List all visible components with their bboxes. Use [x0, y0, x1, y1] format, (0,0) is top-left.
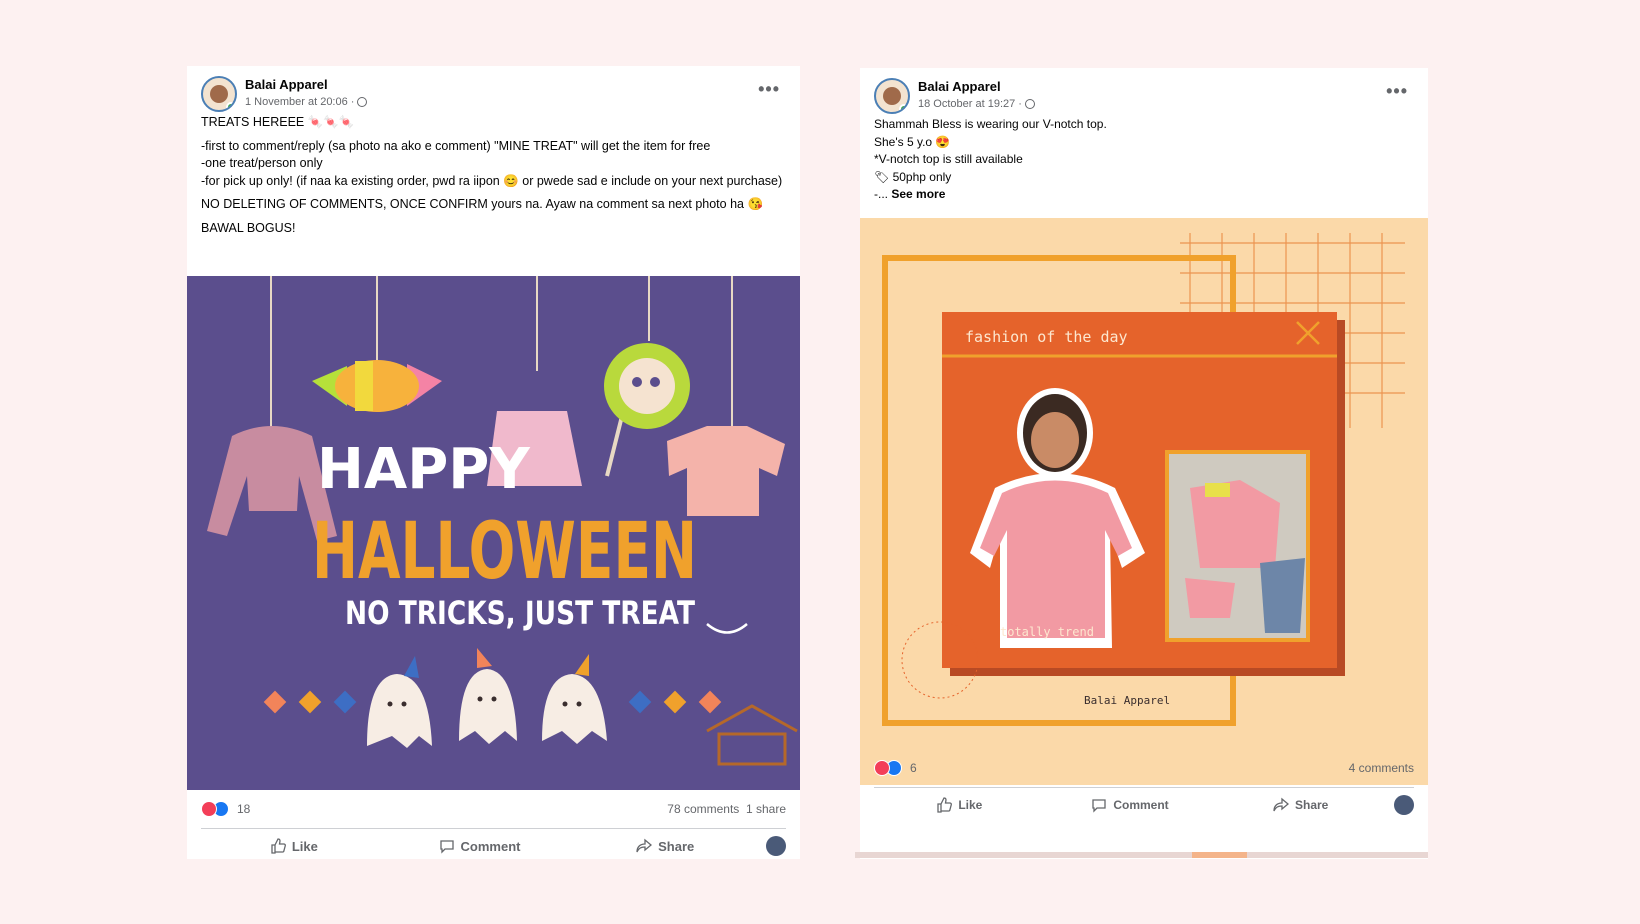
candy-illustration — [312, 360, 442, 412]
shares-count[interactable]: 1 share — [746, 802, 786, 816]
post-timestamp-row: 1 November at 20:06 · — [245, 96, 368, 108]
comment-button[interactable]: Comment — [387, 838, 573, 854]
post-timestamp-row: 18 October at 19:27 · — [918, 98, 1035, 110]
image-text-brand: Balai Apparel — [1084, 694, 1170, 707]
page-avatar[interactable] — [874, 78, 910, 114]
share-icon — [1273, 797, 1289, 812]
post-actions: Like Comment Share — [201, 831, 787, 859]
image-text-happy: HAPPY — [317, 437, 531, 502]
post-header: Balai Apparel 1 November at 20:06 · ••• — [201, 76, 786, 116]
account-avatar[interactable] — [766, 836, 787, 856]
like-label: Like — [958, 798, 983, 812]
globe-icon — [357, 97, 368, 107]
online-status-dot — [226, 102, 235, 110]
caption-truncated: -... — [874, 187, 892, 201]
comment-icon — [439, 840, 454, 854]
like-label: Like — [291, 838, 318, 854]
caption-line: BAWAL BOGUS! — [201, 220, 296, 235]
post-actions: Like Comment Share — [874, 790, 1415, 820]
scroll-indicator — [855, 852, 1428, 858]
reaction-count: 18 — [237, 802, 251, 816]
caption-line: -... See more — [874, 186, 1414, 204]
caption-line: -first to comment/reply (sa photo na ako… — [201, 138, 783, 188]
reaction-summary[interactable]: 6 — [874, 760, 917, 776]
online-status-dot — [899, 104, 908, 112]
caption-line: She's 5 y.o 😍 — [874, 134, 951, 149]
share-button[interactable]: Share — [572, 838, 758, 854]
image-text-subtitle: NO TRICKS, JUST TREAT — [345, 594, 695, 632]
caption-line: NO DELETING OF COMMENTS, ONCE CONFIRM yo… — [201, 197, 764, 211]
image-text-title: fashion of the day — [965, 328, 1128, 346]
comment-icon — [1092, 799, 1106, 813]
facebook-post-fashion: Balai Apparel 18 October at 19:27 · ••• … — [860, 68, 1428, 859]
thumbs-up-icon — [937, 797, 953, 813]
reaction-count: 6 — [910, 761, 917, 775]
image-text-halloween: HALLOWEEN — [312, 507, 697, 597]
post-caption: Shammah Bless is wearing our V-notch top… — [874, 116, 1414, 204]
more-options-icon[interactable]: ••• — [758, 80, 780, 98]
like-button[interactable]: Like — [874, 797, 1045, 813]
thumbs-up-icon — [271, 838, 286, 854]
share-label: Share — [658, 838, 695, 854]
comment-label: Comment — [1113, 798, 1169, 812]
image-text-trend: totally trend — [1000, 625, 1094, 639]
page-name[interactable]: Balai Apparel — [918, 79, 1001, 94]
comments-count[interactable]: 78 comments — [667, 802, 739, 816]
post-caption: TREATS HEREEE 🍬🍬🍬 -first to comment/repl… — [201, 114, 786, 243]
comment-button[interactable]: Comment — [1045, 797, 1216, 813]
love-reaction-icon — [201, 801, 217, 817]
more-options-icon[interactable]: ••• — [1386, 82, 1408, 100]
fashion-post-image[interactable]: fashion of the day totally trend Balai A… — [860, 218, 1428, 785]
love-reaction-icon — [874, 760, 890, 776]
caption-line: *V-notch top is still available — [874, 152, 1023, 166]
post-header: Balai Apparel 18 October at 19:27 · ••• — [874, 78, 1414, 118]
halloween-post-image[interactable]: HAPPY HALLOWEEN NO TRICKS, JUST TREAT — [187, 276, 800, 790]
reactions-bar: 6 4 comments — [874, 760, 1414, 780]
comments-count[interactable]: 4 comments — [1349, 761, 1414, 775]
brand-logo — [706, 704, 798, 766]
see-more-link[interactable]: See more — [891, 187, 945, 201]
page-avatar[interactable] — [201, 76, 237, 112]
page-name[interactable]: Balai Apparel — [245, 77, 328, 92]
facebook-post-halloween: Balai Apparel 1 November at 20:06 · ••• … — [187, 66, 800, 859]
share-icon — [636, 838, 653, 853]
share-button[interactable]: Share — [1215, 797, 1386, 813]
post-timestamp[interactable]: 1 November at 20:06 · — [245, 96, 354, 108]
caption-line: 🏷 50php only — [874, 169, 952, 184]
divider — [874, 787, 1414, 788]
caption-line: TREATS HEREEE 🍬🍬🍬 — [201, 115, 355, 129]
share-label: Share — [1295, 798, 1329, 812]
post-timestamp[interactable]: 18 October at 19:27 · — [918, 98, 1022, 110]
comment-label: Comment — [460, 838, 521, 854]
divider — [201, 828, 786, 829]
like-button[interactable]: Like — [201, 838, 387, 854]
reactions-bar: 18 78 comments 1 share — [201, 801, 786, 821]
reaction-summary[interactable]: 18 — [201, 801, 250, 817]
account-avatar[interactable] — [1394, 795, 1415, 815]
caption-line: Shammah Bless is wearing our V-notch top… — [874, 117, 1107, 131]
globe-icon — [1024, 99, 1035, 109]
